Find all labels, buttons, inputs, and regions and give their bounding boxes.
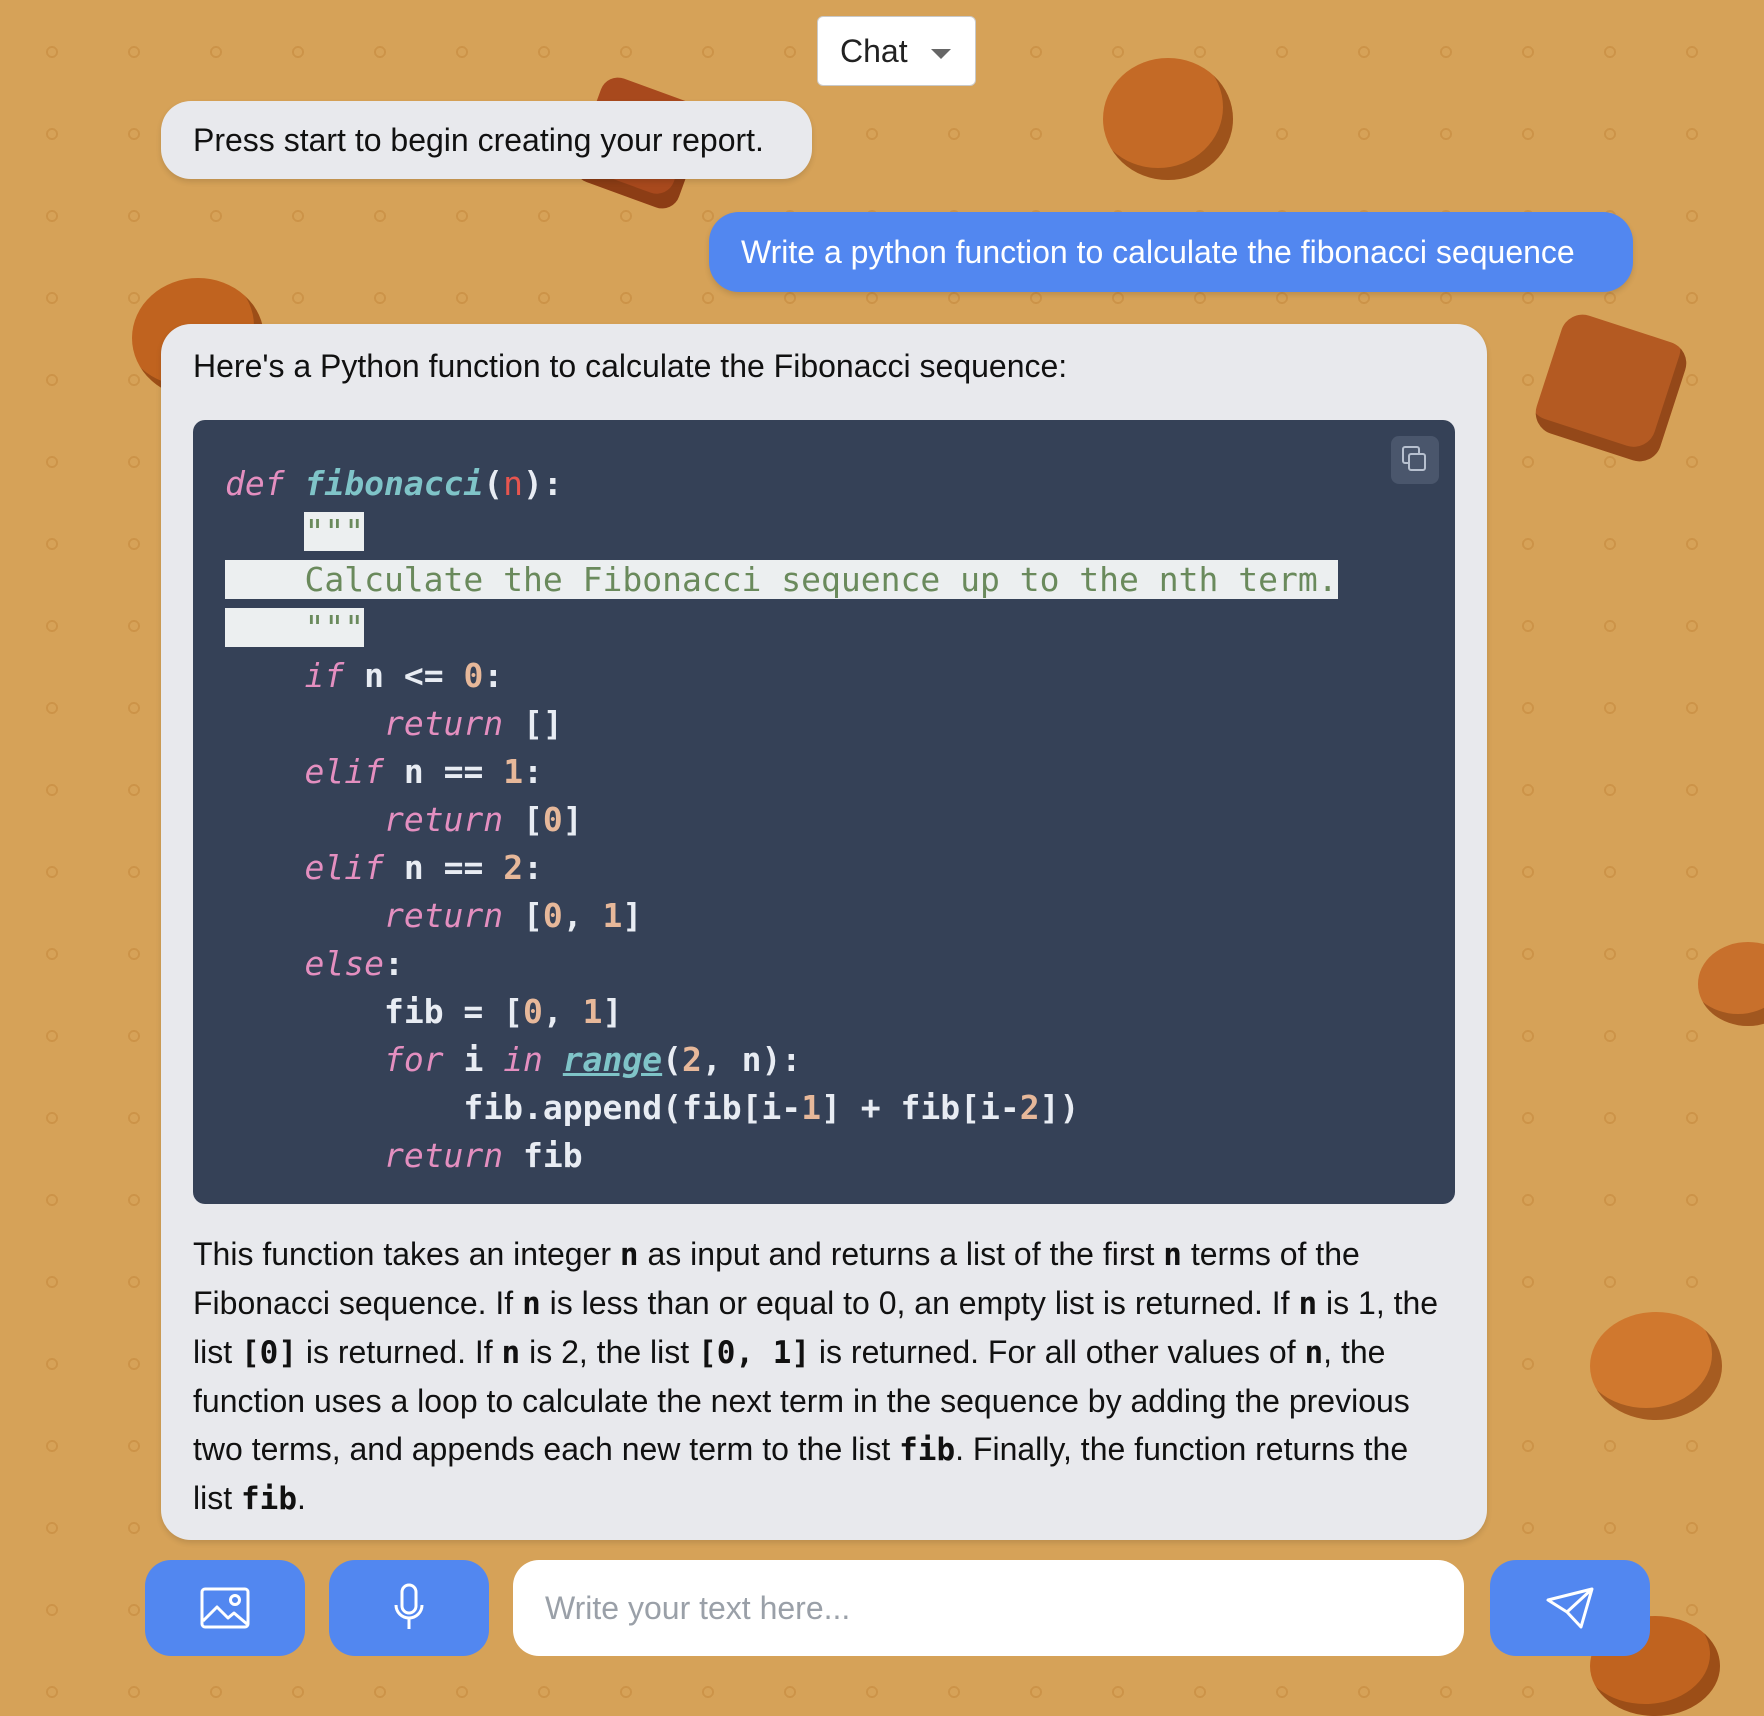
explanation-text: . <box>297 1480 306 1516</box>
answer-intro-text: Here's a Python function to calculate th… <box>193 348 1068 384</box>
pizza-decoration <box>1698 942 1764 1026</box>
inline-code: [0] <box>241 1335 297 1371</box>
burger-decoration <box>1103 58 1233 180</box>
explanation-text: is less than or equal to 0, an empty lis… <box>540 1285 1299 1321</box>
code-line: elif n == 2: <box>304 848 543 887</box>
code-line: fib = [0, 1] <box>383 992 623 1031</box>
copy-code-button[interactable] <box>1391 436 1439 484</box>
send-icon <box>1546 1587 1594 1629</box>
copy-icon-front <box>1408 453 1426 471</box>
inline-code: [0, 1] <box>698 1335 811 1371</box>
fries-decoration <box>1530 308 1692 468</box>
inline-code: fib <box>899 1432 956 1468</box>
chevron-down-icon <box>931 49 951 59</box>
inline-code: n <box>1304 1335 1324 1371</box>
bot-message-text: Press start to begin creating your repor… <box>193 122 764 158</box>
code-line: return fib <box>383 1136 583 1175</box>
code-line: Calculate the Fibonacci sequence up to t… <box>225 560 1338 599</box>
user-message-text: Write a python function to calculate the… <box>741 234 1575 270</box>
code-line: """ <box>225 608 365 647</box>
message-input[interactable] <box>513 1560 1464 1656</box>
mode-dropdown-label: Chat <box>840 32 908 69</box>
code-line: if n <= 0: <box>304 656 504 695</box>
code-line: else: <box>304 944 404 983</box>
explanation-text: as input and returns a list of the first <box>638 1236 1164 1272</box>
image-upload-button[interactable] <box>145 1560 305 1656</box>
code-line: return [0, 1] <box>383 896 643 935</box>
code-line: """ <box>304 512 365 551</box>
mode-dropdown[interactable]: Chat <box>817 16 976 86</box>
inline-code: n <box>1298 1286 1318 1322</box>
code-line: def fibonacci(n): <box>225 464 563 503</box>
explanation-text: is returned. For all other values of <box>810 1334 1305 1370</box>
inline-code: fib <box>241 1481 297 1517</box>
explanation-text: This function takes an integer <box>193 1236 620 1272</box>
inline-code: n <box>1163 1237 1182 1273</box>
microphone-icon <box>394 1583 424 1629</box>
explanation-text: is 2, the list <box>520 1334 699 1370</box>
inline-code: n <box>501 1335 521 1371</box>
explanation-text: is returned. If <box>297 1334 502 1370</box>
voice-input-button[interactable] <box>329 1560 489 1656</box>
image-icon <box>200 1587 250 1629</box>
bot-message-intro: Press start to begin creating your repor… <box>161 101 812 179</box>
answer-explanation: This function takes an integer n as inpu… <box>193 1230 1455 1523</box>
code-line: return [0] <box>383 800 583 839</box>
send-button[interactable] <box>1490 1560 1650 1656</box>
bot-message-answer: Here's a Python function to calculate th… <box>161 324 1487 1540</box>
inline-code: n <box>619 1237 639 1273</box>
user-message: Write a python function to calculate the… <box>709 212 1633 292</box>
code-line: for i in range(2, n): <box>383 1040 802 1079</box>
code-block: def fibonacci(n): """ Calculate the Fibo… <box>193 420 1455 1204</box>
code-line: fib.append(fib[i-1] + fib[i-2]) <box>463 1088 1080 1127</box>
code-line: return [] <box>383 704 563 743</box>
code-line: elif n == 1: <box>304 752 543 791</box>
taco-decoration <box>1590 1312 1722 1420</box>
inline-code: n <box>522 1286 541 1322</box>
